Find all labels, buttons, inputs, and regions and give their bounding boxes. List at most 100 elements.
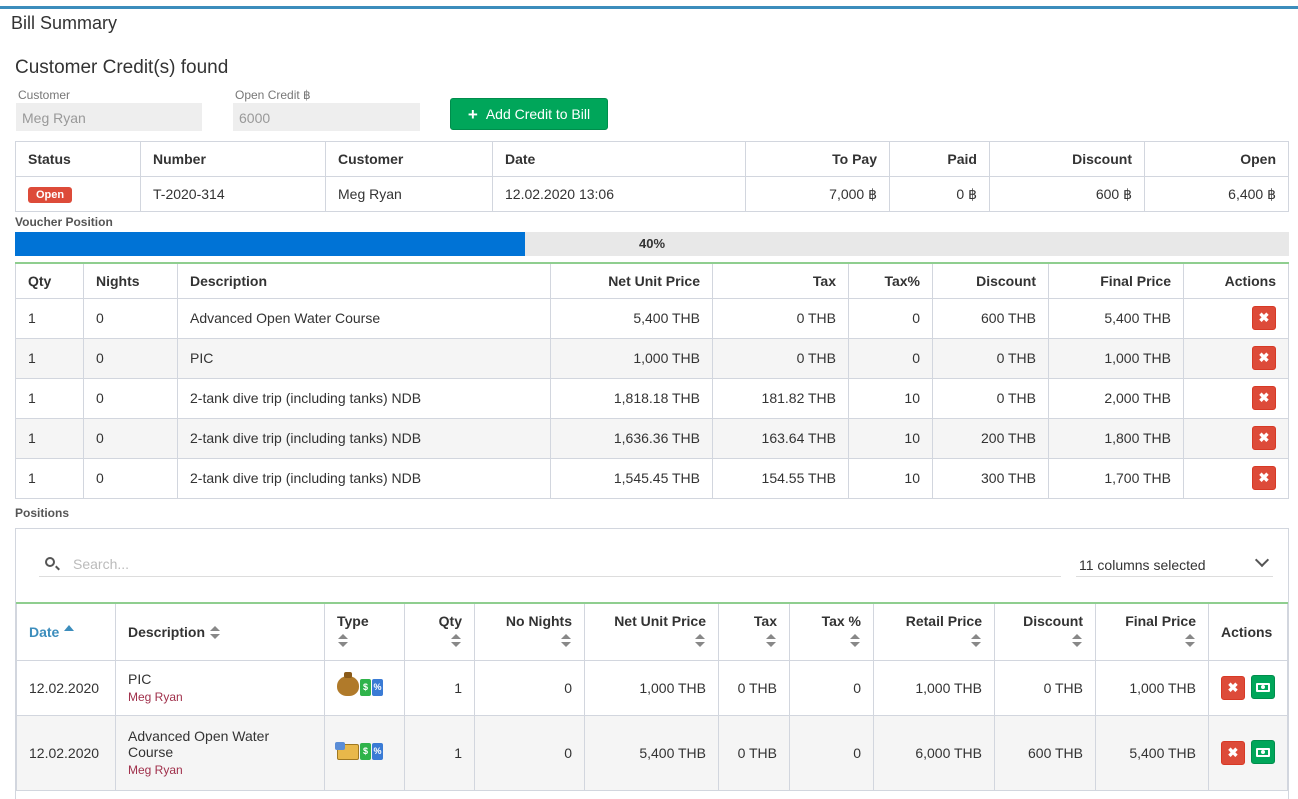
search-icon <box>45 557 55 567</box>
nights-cell: 0 <box>83 417 178 459</box>
open-credit-label: Open Credit ฿ <box>235 88 311 102</box>
col-date[interactable]: Date <box>16 602 116 661</box>
customer-cell: Meg Ryan <box>325 176 493 212</box>
nights-cell: 0 <box>474 659 585 716</box>
remove-button[interactable]: ✖ <box>1252 306 1276 330</box>
tax-cell: 0 THB <box>718 714 790 791</box>
search-input[interactable] <box>71 555 1051 573</box>
price-tag-green-icon: $ <box>360 679 371 696</box>
to-pay-cell: 7,000 ฿ <box>745 176 890 212</box>
pay-button[interactable] <box>1251 740 1275 765</box>
col-no-nights-label: No Nights <box>505 613 572 629</box>
col-actions-label: Actions <box>1221 623 1273 640</box>
net-cell: 1,000 THB <box>584 659 719 716</box>
tax-cell: 163.64 THB <box>712 417 849 459</box>
col-status: Status <box>15 141 141 177</box>
page-title: Bill Summary <box>11 13 118 33</box>
col-type-label: Type <box>337 613 369 629</box>
col-final-price: Final Price <box>1048 262 1184 299</box>
remove-button[interactable]: ✖ <box>1252 466 1276 490</box>
customer-link[interactable]: Meg Ryan <box>128 690 312 704</box>
actions-cell: ✖ <box>1183 457 1289 499</box>
col-discount[interactable]: Discount <box>994 602 1096 661</box>
col-no-nights[interactable]: No Nights <box>474 602 585 661</box>
date-cell: 12.02.2020 <box>16 659 116 716</box>
progress-text: 40% <box>638 236 666 251</box>
tax-pct-cell: 10 <box>848 377 933 419</box>
col-net-unit-price[interactable]: Net Unit Price <box>584 602 719 661</box>
net-cell: 1,636.36 THB <box>550 417 713 459</box>
col-final-price[interactable]: Final Price <box>1095 602 1209 661</box>
sort-icon <box>970 634 982 648</box>
sort-icon <box>1071 634 1083 648</box>
open-credit-field[interactable]: 6000 <box>233 103 420 131</box>
col-tax-pct: Tax% <box>848 262 933 299</box>
retail-cell: 6,000 THB <box>873 714 995 791</box>
customer-link[interactable]: Meg Ryan <box>128 763 312 777</box>
credit-card-icon <box>335 741 359 760</box>
plus-icon: + <box>467 104 478 124</box>
col-tax-pct[interactable]: Tax % <box>789 602 874 661</box>
col-retail-price-label: Retail Price <box>905 613 982 629</box>
col-description: Description <box>177 262 551 299</box>
col-tax-pct-label: Tax % <box>821 613 861 629</box>
col-tax[interactable]: Tax <box>718 602 790 661</box>
add-credit-to-bill-button[interactable]: + Add Credit to Bill <box>450 98 608 130</box>
search-wrapper <box>39 553 1061 577</box>
col-retail-price[interactable]: Retail Price <box>873 602 995 661</box>
sort-asc-icon <box>63 625 75 633</box>
net-cell: 1,545.45 THB <box>550 457 713 499</box>
discount-cell: 600 THB <box>994 714 1096 791</box>
credit-table: Status Number Customer Date To Pay Paid … <box>15 141 1289 212</box>
columns-select[interactable]: 11 columns selected <box>1076 552 1273 577</box>
remove-button[interactable]: ✖ <box>1221 675 1245 700</box>
tax-cell: 0 THB <box>712 337 849 379</box>
discount-cell: 600 THB <box>932 297 1049 339</box>
discount-cell: 0 THB <box>932 377 1049 419</box>
col-net-unit-price: Net Unit Price <box>550 262 713 299</box>
col-net-unit-price-label: Net Unit Price <box>614 613 706 629</box>
actions-cell: ✖ <box>1183 377 1289 419</box>
col-description[interactable]: Description <box>115 602 325 661</box>
col-actions: Actions <box>1208 602 1288 661</box>
tax-cell: 0 THB <box>712 297 849 339</box>
discount-cell: 600 ฿ <box>989 176 1145 212</box>
col-type[interactable]: Type <box>324 602 405 661</box>
tax-pct-cell: 0 <box>848 297 933 339</box>
col-actions: Actions <box>1183 262 1289 299</box>
description-cell: 2-tank dive trip (including tanks) NDB <box>177 457 551 499</box>
col-discount: Discount <box>932 262 1049 299</box>
col-tax-label: Tax <box>753 613 777 629</box>
table-row: 1 0 2-tank dive trip (including tanks) N… <box>15 377 1289 419</box>
sort-icon <box>337 634 349 648</box>
remove-button[interactable]: ✖ <box>1252 346 1276 370</box>
columns-selected-text: 11 columns selected <box>1079 557 1206 573</box>
price-tag-blue-icon: % <box>372 742 383 760</box>
table-row: 1 0 2-tank dive trip (including tanks) N… <box>15 457 1289 499</box>
net-cell: 1,818.18 THB <box>550 377 713 419</box>
table-row: 1 0 PIC 1,000 THB 0 THB 0 0 THB 1,000 TH… <box>15 337 1289 379</box>
customer-field[interactable]: Meg Ryan <box>16 103 202 131</box>
remove-button[interactable]: ✖ <box>1252 426 1276 450</box>
positions-table-header: Date Description Type Qty No Nights Net … <box>16 602 1288 661</box>
pay-button[interactable] <box>1251 675 1275 700</box>
tax-pct-cell: 10 <box>848 417 933 459</box>
final-cell: 5,400 THB <box>1095 714 1209 791</box>
remove-button[interactable]: ✖ <box>1252 386 1276 410</box>
close-icon: ✖ <box>1227 744 1239 760</box>
table-row[interactable]: Open T-2020-314 Meg Ryan 12.02.2020 13:0… <box>15 176 1289 212</box>
tax-cell: 154.55 THB <box>712 457 849 499</box>
customer-label: Customer <box>18 88 71 102</box>
remove-button[interactable]: ✖ <box>1221 740 1245 765</box>
actions-cell: ✖ <box>1183 337 1289 379</box>
col-customer: Customer <box>325 141 493 177</box>
tax-cell: 0 THB <box>718 659 790 716</box>
money-bag-icon <box>337 672 359 696</box>
net-cell: 5,400 THB <box>550 297 713 339</box>
close-icon: ✖ <box>1258 310 1270 325</box>
description-cell: 2-tank dive trip (including tanks) NDB <box>177 377 551 419</box>
col-qty[interactable]: Qty <box>404 602 475 661</box>
actions-cell: ✖ <box>1183 417 1289 459</box>
final-cell: 1,000 THB <box>1048 337 1184 379</box>
final-cell: 5,400 THB <box>1048 297 1184 339</box>
